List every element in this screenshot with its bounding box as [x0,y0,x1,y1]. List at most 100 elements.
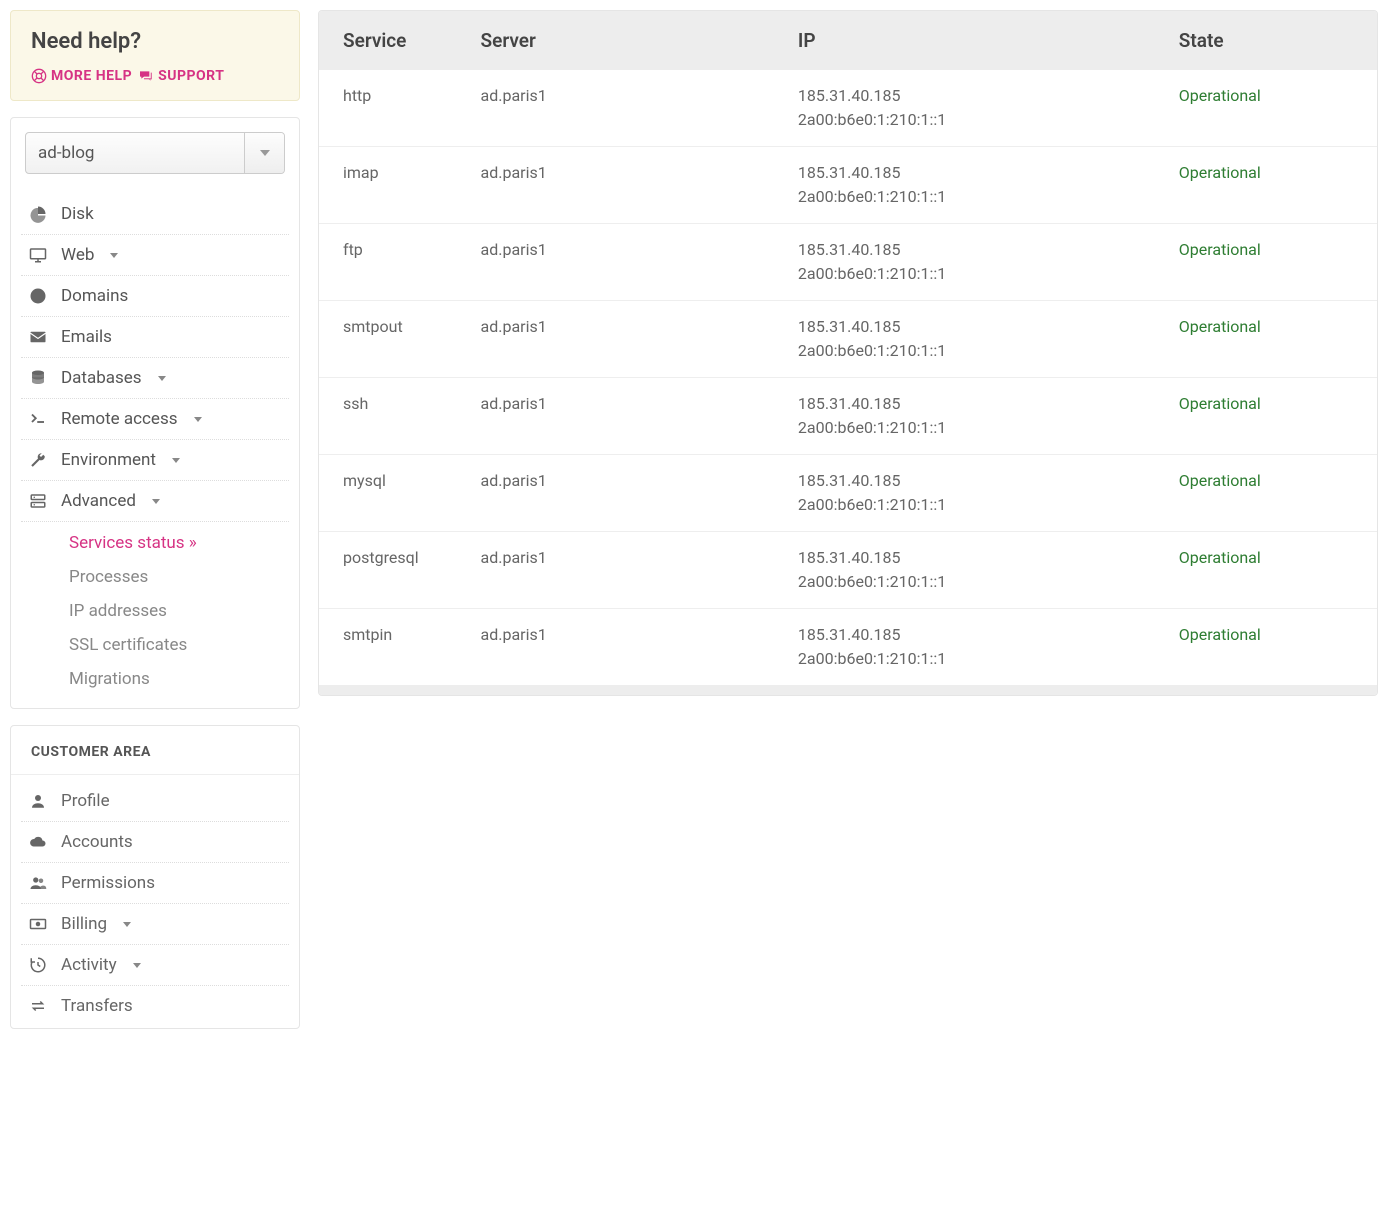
nav-item-databases[interactable]: Databases [21,358,289,399]
services-table-wrap: Service Server IP State httpad.paris1185… [318,10,1378,696]
customer-item-activity[interactable]: Activity [21,945,289,986]
subnav-item-ip-addresses[interactable]: IP addresses [69,594,289,628]
cell-server: ad.paris1 [457,532,774,609]
cell-state: Operational [1155,147,1377,224]
table-footer [319,685,1377,695]
comments-icon [138,68,154,84]
customer-item-permissions[interactable]: Permissions [21,863,289,904]
cell-ip4: 185.31.40.185 [798,161,1131,185]
cell-server: ad.paris1 [457,70,774,147]
cell-state: Operational [1155,70,1377,147]
nav-item-label: Environment [61,450,156,470]
cell-service: ftp [319,224,457,301]
subnav-item-services-status[interactable]: Services status » [69,526,289,560]
col-service: Service [319,11,457,70]
customer-panel: CUSTOMER AREA Profile Accounts Permissions… [10,725,300,1029]
exchange-icon [29,997,47,1015]
table-row: imapad.paris1185.31.40.1852a00:b6e0:1:21… [319,147,1377,224]
nav-item-advanced[interactable]: Advanced [21,481,289,522]
envelope-icon [29,328,47,346]
user-icon [29,792,47,810]
cell-ip6: 2a00:b6e0:1:210:1::1 [798,493,1131,517]
cell-state: Operational [1155,378,1377,455]
cell-server: ad.paris1 [457,609,774,686]
nav-item-label: Emails [61,327,112,347]
cell-server: ad.paris1 [457,455,774,532]
cell-ip: 185.31.40.1852a00:b6e0:1:210:1::1 [774,224,1155,301]
table-row: httpad.paris1185.31.40.1852a00:b6e0:1:21… [319,70,1377,147]
cell-ip: 185.31.40.1852a00:b6e0:1:210:1::1 [774,147,1155,224]
subnav-item-migrations[interactable]: Migrations [69,662,289,696]
cell-ip: 185.31.40.1852a00:b6e0:1:210:1::1 [774,532,1155,609]
more-help-label: MORE HELP [51,68,132,84]
nav-item-disk[interactable]: Disk [21,194,289,235]
cell-ip4: 185.31.40.185 [798,392,1131,416]
nav-item-label: Domains [61,286,128,306]
cell-state: Operational [1155,455,1377,532]
caret-down-icon [260,150,270,156]
caret-down-icon [133,963,141,968]
customer-item-billing[interactable]: Billing [21,904,289,945]
customer-item-label: Accounts [61,832,133,852]
nav-item-domains[interactable]: Domains [21,276,289,317]
account-selector-toggle[interactable] [244,133,284,173]
nav-item-label: Disk [61,204,94,224]
history-icon [29,956,47,974]
nav-item-web[interactable]: Web [21,235,289,276]
customer-item-label: Activity [61,955,117,975]
more-help-link[interactable]: MORE HELP [31,68,132,84]
nav-item-remote-access[interactable]: Remote access [21,399,289,440]
support-label: SUPPORT [158,68,224,84]
cell-service: smtpout [319,301,457,378]
life-ring-icon [31,68,47,84]
money-icon [29,915,47,933]
account-selector-value: ad-blog [26,133,244,173]
caret-down-icon [194,417,202,422]
customer-nav: Profile Accounts PermissionsBilling Activit… [11,775,299,1028]
customer-heading: CUSTOMER AREA [11,726,299,775]
nav-item-environment[interactable]: Environment [21,440,289,481]
support-link[interactable]: SUPPORT [138,68,224,84]
monitor-icon [29,246,47,264]
nav-item-emails[interactable]: Emails [21,317,289,358]
account-selector[interactable]: ad-blog [25,132,285,174]
server-icon [29,492,47,510]
cell-ip4: 185.31.40.185 [798,469,1131,493]
globe-icon [29,287,47,305]
help-box: Need help? MORE HELP SUPPORT [10,10,300,101]
customer-item-transfers[interactable]: Transfers [21,986,289,1026]
table-row: sshad.paris1185.31.40.1852a00:b6e0:1:210… [319,378,1377,455]
cell-ip4: 185.31.40.185 [798,84,1131,108]
database-icon [29,369,47,387]
wrench-icon [29,451,47,469]
customer-item-profile[interactable]: Profile [21,781,289,822]
cell-state: Operational [1155,301,1377,378]
cell-service: ssh [319,378,457,455]
cell-ip6: 2a00:b6e0:1:210:1::1 [798,570,1131,594]
cell-ip6: 2a00:b6e0:1:210:1::1 [798,185,1131,209]
cell-service: postgresql [319,532,457,609]
cell-ip: 185.31.40.1852a00:b6e0:1:210:1::1 [774,378,1155,455]
cell-ip6: 2a00:b6e0:1:210:1::1 [798,339,1131,363]
nav-item-label: Remote access [61,409,178,429]
customer-item-label: Profile [61,791,110,811]
cell-ip4: 185.31.40.185 [798,546,1131,570]
pie-chart-icon [29,205,47,223]
cell-service: mysql [319,455,457,532]
caret-down-icon [172,458,180,463]
cell-ip4: 185.31.40.185 [798,623,1131,647]
caret-down-icon [152,499,160,504]
col-ip: IP [774,11,1155,70]
caret-down-icon [110,253,118,258]
caret-down-icon [158,376,166,381]
customer-item-label: Transfers [61,996,133,1016]
table-row: ftpad.paris1185.31.40.1852a00:b6e0:1:210… [319,224,1377,301]
cell-state: Operational [1155,609,1377,686]
subnav-item-processes[interactable]: Processes [69,560,289,594]
cell-ip6: 2a00:b6e0:1:210:1::1 [798,262,1131,286]
subnav-item-ssl-certificates[interactable]: SSL certificates [69,628,289,662]
services-table: Service Server IP State httpad.paris1185… [319,11,1377,685]
cell-ip4: 185.31.40.185 [798,238,1131,262]
customer-item-accounts[interactable]: Accounts [21,822,289,863]
cell-server: ad.paris1 [457,378,774,455]
